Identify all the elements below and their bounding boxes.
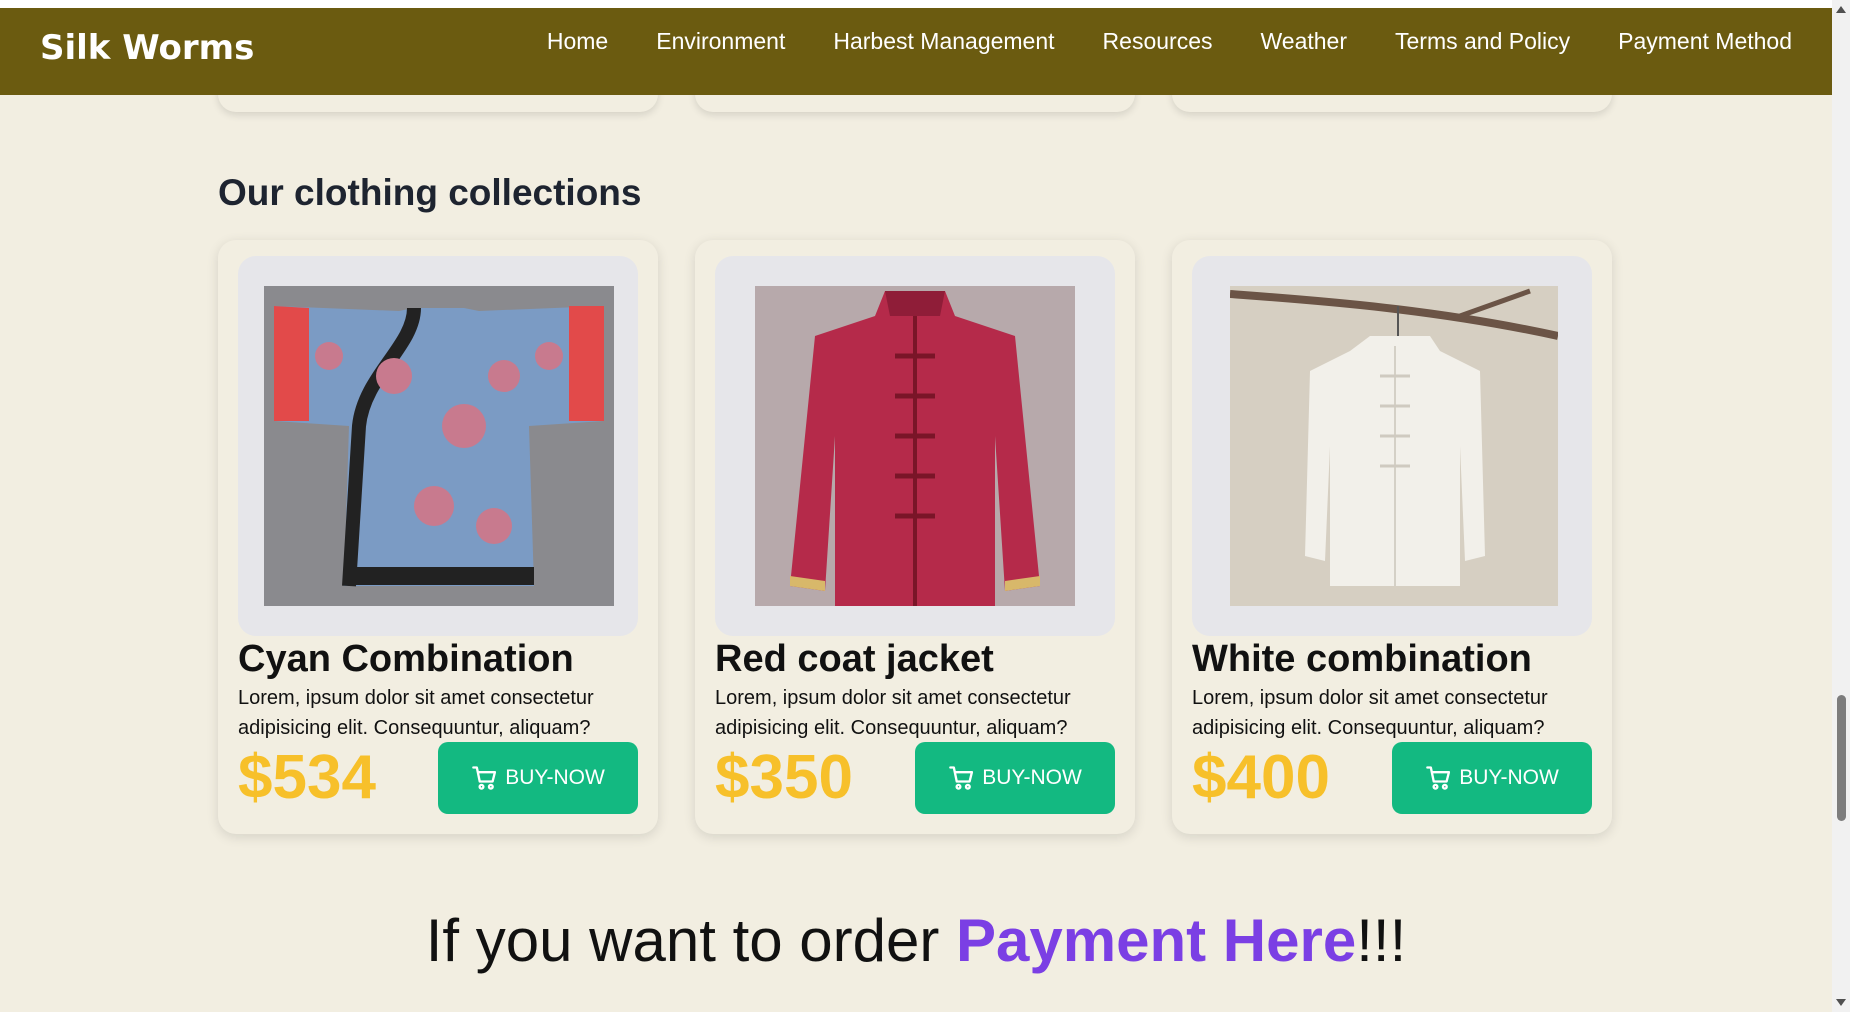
product-card: Cyan Combination Lorem, ipsum dolor sit …: [218, 240, 658, 834]
product-image-frame: [1192, 256, 1592, 636]
order-text-suffix: !!!: [1356, 907, 1407, 974]
product-image-frame: [715, 256, 1115, 636]
product-image-white-shirt: [1230, 286, 1558, 606]
order-text-prefix: If you want to order: [425, 907, 957, 974]
buy-now-button[interactable]: BUY-NOW: [1392, 742, 1592, 814]
buy-now-label: BUY-NOW: [982, 766, 1082, 789]
buy-now-button[interactable]: BUY-NOW: [438, 742, 638, 814]
scrollbar-thumb[interactable]: [1837, 695, 1846, 821]
nav-link-payment-method[interactable]: Payment Method: [1618, 28, 1792, 55]
scroll-down-arrow-icon[interactable]: [1836, 999, 1846, 1006]
product-image-frame: [238, 256, 638, 636]
buy-now-label: BUY-NOW: [505, 766, 605, 789]
payment-here-link[interactable]: Payment Here: [956, 907, 1356, 974]
cart-icon: [1425, 764, 1453, 792]
buy-now-label: BUY-NOW: [1459, 766, 1559, 789]
product-name: White combination: [1192, 638, 1532, 680]
order-call-to-action: If you want to order Payment Here!!!: [0, 906, 1832, 975]
product-description: Lorem, ipsum dolor sit amet consectetur …: [238, 687, 594, 739]
nav-link-harvest-management[interactable]: Harbest Management: [833, 28, 1054, 55]
product-name: Cyan Combination: [238, 638, 574, 680]
product-card: Red coat jacket Lorem, ipsum dolor sit a…: [695, 240, 1135, 834]
nav-link-environment[interactable]: Environment: [656, 28, 785, 55]
product-description: Lorem, ipsum dolor sit amet consectetur …: [715, 687, 1071, 739]
buy-now-button[interactable]: BUY-NOW: [915, 742, 1115, 814]
nav-links: Home Environment Harbest Management Reso…: [547, 28, 1792, 55]
top-border: [0, 0, 1832, 8]
product-image-cyan-robe: [264, 286, 614, 606]
product-price: $534: [238, 743, 376, 812]
cart-icon: [471, 764, 499, 792]
product-image-red-jacket: [755, 286, 1075, 606]
product-description: Lorem, ipsum dolor sit amet consectetur …: [1192, 687, 1548, 739]
product-card: White combination Lorem, ipsum dolor sit…: [1172, 240, 1612, 834]
product-name: Red coat jacket: [715, 638, 994, 680]
nav-link-weather[interactable]: Weather: [1260, 28, 1347, 55]
brand-logo[interactable]: Silk Worms: [40, 28, 254, 68]
nav-link-resources[interactable]: Resources: [1103, 28, 1213, 55]
scroll-up-arrow-icon[interactable]: [1836, 6, 1846, 13]
nav-link-terms-and-policy[interactable]: Terms and Policy: [1395, 28, 1570, 55]
page-scrollbar[interactable]: [1832, 0, 1850, 1012]
product-price: $400: [1192, 743, 1330, 812]
section-title: Our clothing collections: [218, 172, 642, 213]
product-price: $350: [715, 743, 853, 812]
cart-icon: [948, 764, 976, 792]
nav-link-home[interactable]: Home: [547, 28, 608, 55]
